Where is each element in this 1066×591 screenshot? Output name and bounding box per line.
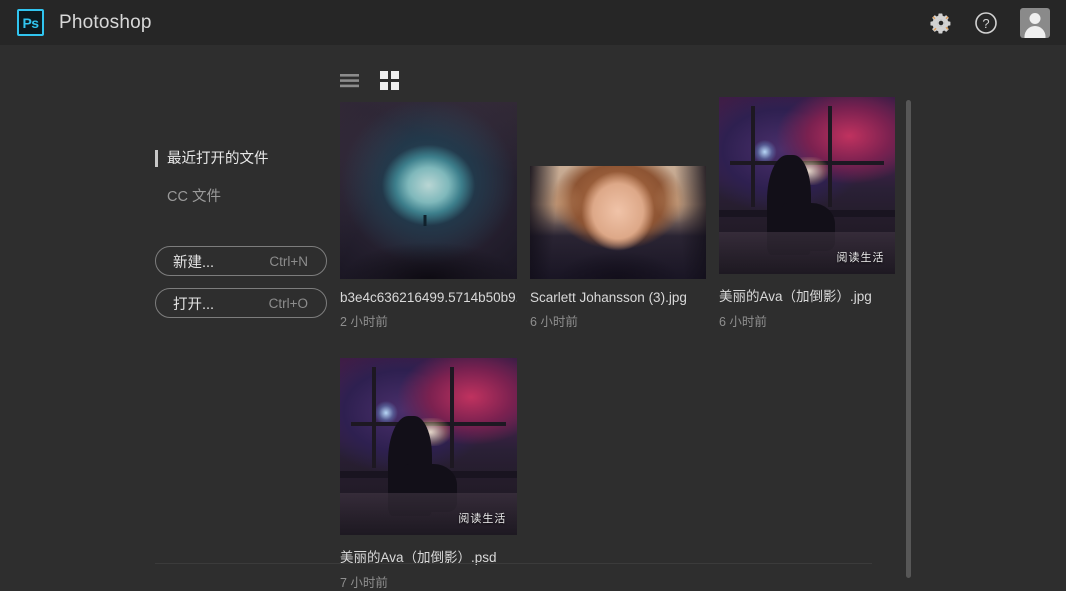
sidebar-item-label: CC 文件 <box>167 189 221 205</box>
avatar-body-icon <box>1024 25 1046 38</box>
file-row: b3e4c636216499.5714b50b9... 2 小时前 Scarle… <box>340 97 895 330</box>
open-file-shortcut: Ctrl+O <box>268 295 308 311</box>
file-name: Scarlett Johansson (3).jpg <box>530 290 687 305</box>
file-thumbnail[interactable] <box>340 102 517 279</box>
thumbnail-watermark: 阅读生活 <box>458 512 507 526</box>
start-screen-body: 最近打开的文件 CC 文件 新建... Ctrl+N 打开... Ctrl+O <box>0 45 1066 590</box>
open-file-label: 打开... <box>173 296 215 313</box>
question-mark-icon: ? <box>975 11 997 34</box>
content-scrollbar[interactable] <box>906 45 911 578</box>
file-name: b3e4c636216499.5714b50b9... <box>340 290 517 305</box>
file-timestamp: 6 小时前 <box>719 315 767 329</box>
file-row: 阅读生活 美丽的Ava（加倒影）.psd 7 小时前 <box>340 358 895 591</box>
new-file-button[interactable]: 新建... Ctrl+N <box>155 246 327 276</box>
file-thumbnail[interactable] <box>530 166 706 279</box>
sidebar-item-cc-files[interactable]: CC 文件 <box>155 183 330 211</box>
file-card[interactable]: 阅读生活 美丽的Ava（加倒影）.jpg 6 小时前 <box>719 97 895 330</box>
gear-icon <box>930 13 951 34</box>
file-thumbnail[interactable]: 阅读生活 <box>340 358 517 535</box>
svg-text:?: ? <box>982 16 989 31</box>
open-file-button[interactable]: 打开... Ctrl+O <box>155 288 327 318</box>
grid-view-icon[interactable] <box>380 71 399 90</box>
file-card[interactable]: Scarlett Johansson (3).jpg 6 小时前 <box>530 166 706 330</box>
file-timestamp: 2 小时前 <box>340 315 388 329</box>
scrollbar-thumb[interactable] <box>906 100 911 578</box>
view-mode-toggle <box>340 71 399 90</box>
file-name: 美丽的Ava（加倒影）.jpg <box>719 289 872 304</box>
file-timestamp: 7 小时前 <box>340 576 388 590</box>
photoshop-logo-icon: Ps <box>17 9 44 36</box>
file-card[interactable]: 阅读生活 美丽的Ava（加倒影）.psd 7 小时前 <box>340 358 517 591</box>
sidebar-actions: 新建... Ctrl+N 打开... Ctrl+O <box>155 246 330 318</box>
header-actions: ? <box>930 7 1050 38</box>
app-header: Ps Photoshop ? <box>0 0 1066 45</box>
content-divider <box>155 563 872 564</box>
thumbnail-watermark: 阅读生活 <box>836 251 885 265</box>
help-button[interactable]: ? <box>974 11 998 35</box>
sidebar: 最近打开的文件 CC 文件 新建... Ctrl+N 打开... Ctrl+O <box>155 45 330 318</box>
logo-text: Ps <box>22 14 39 31</box>
app-title: Photoshop <box>59 11 152 33</box>
file-thumbnail[interactable]: 阅读生活 <box>719 97 895 274</box>
settings-button[interactable] <box>930 12 952 34</box>
new-file-label: 新建... <box>173 254 215 271</box>
new-file-shortcut: Ctrl+N <box>269 253 308 269</box>
recent-files-grid: b3e4c636216499.5714b50b9... 2 小时前 Scarle… <box>340 97 895 591</box>
avatar-head-icon <box>1029 12 1041 24</box>
user-avatar-button[interactable] <box>1020 7 1050 38</box>
sidebar-nav: 最近打开的文件 CC 文件 <box>155 145 330 211</box>
sidebar-item-label: 最近打开的文件 <box>167 151 269 167</box>
file-timestamp: 6 小时前 <box>530 315 578 329</box>
list-view-icon[interactable] <box>340 73 359 88</box>
file-card[interactable]: b3e4c636216499.5714b50b9... 2 小时前 <box>340 102 517 330</box>
sidebar-item-recent-files[interactable]: 最近打开的文件 <box>155 145 330 173</box>
